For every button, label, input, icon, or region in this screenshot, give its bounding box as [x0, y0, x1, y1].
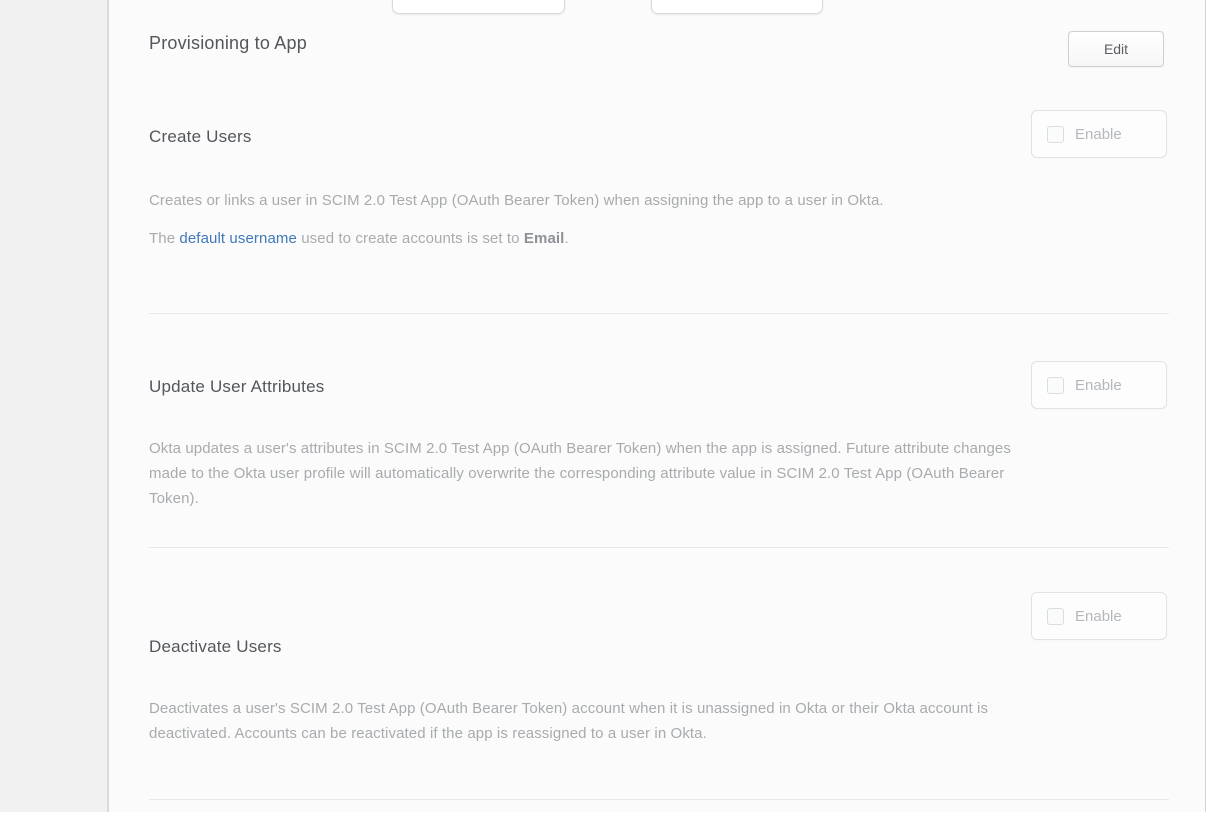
enable-checkbox-label: Enable: [1075, 377, 1122, 394]
note-suffix: .: [564, 230, 568, 247]
default-username-note: The default username used to create acco…: [149, 226, 569, 251]
enable-checkbox-label: Enable: [1075, 608, 1122, 625]
enable-checkbox[interactable]: [1047, 608, 1064, 625]
create-users-enable-button[interactable]: Enable: [1031, 110, 1167, 158]
update-user-attributes-heading: Update User Attributes: [149, 377, 324, 397]
deactivate-users-heading: Deactivate Users: [149, 637, 282, 657]
provisioning-settings-panel: Provisioning to App Edit Create Users En…: [109, 0, 1206, 812]
note-prefix: The: [149, 230, 179, 247]
create-users-heading: Create Users: [149, 127, 252, 147]
update-user-attributes-enable-button[interactable]: Enable: [1031, 361, 1167, 409]
page-title: Provisioning to App: [149, 33, 307, 54]
enable-checkbox[interactable]: [1047, 126, 1064, 143]
section-divider: [149, 547, 1169, 548]
section-divider: [149, 799, 1169, 800]
okta-provisioning-page: Provisioning to App Edit Create Users En…: [0, 0, 1212, 820]
edit-button-label: Edit: [1104, 41, 1128, 57]
deactivate-users-description: Deactivates a user's SCIM 2.0 Test App (…: [149, 696, 988, 746]
left-sidebar-panel: [0, 0, 109, 812]
note-emphasis: Email: [524, 230, 565, 247]
default-username-link[interactable]: default username: [179, 230, 297, 247]
edit-button[interactable]: Edit: [1068, 31, 1164, 67]
cutoff-field-right[interactable]: [651, 0, 823, 14]
enable-checkbox[interactable]: [1047, 377, 1064, 394]
enable-checkbox-label: Enable: [1075, 126, 1122, 143]
section-divider: [149, 313, 1169, 314]
deactivate-users-enable-button[interactable]: Enable: [1031, 592, 1167, 640]
cutoff-field-left[interactable]: [392, 0, 565, 14]
update-user-attributes-description: Okta updates a user's attributes in SCIM…: [149, 436, 1011, 511]
create-users-description: Creates or links a user in SCIM 2.0 Test…: [149, 188, 884, 213]
note-middle: used to create accounts is set to: [297, 230, 524, 247]
